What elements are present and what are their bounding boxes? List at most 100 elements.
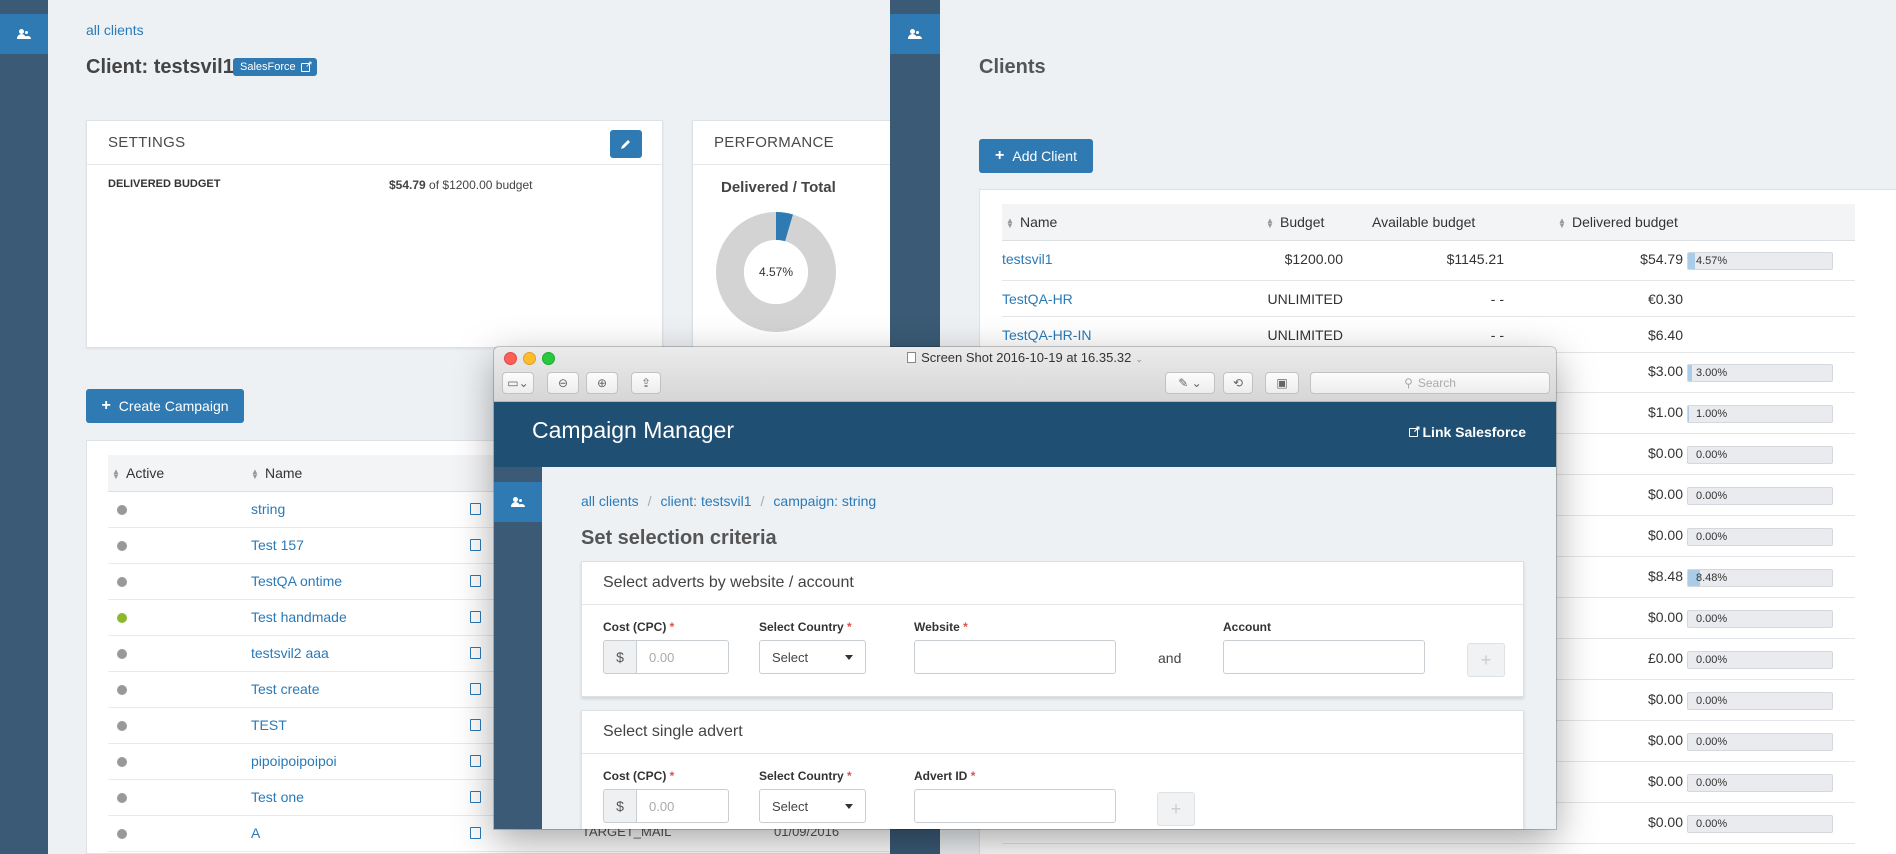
sidebar-toggle-button[interactable]: ▭⌄ [502, 372, 534, 394]
app-brand[interactable]: Campaign Manager [532, 417, 734, 444]
zoom-out-button[interactable]: ⊖ [547, 372, 579, 394]
zoom-in-button[interactable]: ⊕ [586, 372, 618, 394]
delivered-budget-cell: $6.40 [1647, 327, 1683, 343]
copy-icon[interactable] [470, 536, 483, 551]
campaign-name-link[interactable]: A [251, 825, 260, 841]
campaign-name-link[interactable]: Test create [251, 681, 319, 697]
cost-input[interactable]: 0.00 [636, 789, 729, 823]
share-icon: ⇪ [640, 376, 652, 390]
link-salesforce-label: Link Salesforce [1422, 424, 1527, 440]
rotate-button[interactable]: ⟲ [1223, 372, 1253, 394]
delivered-progress-bar: 3.00% [1687, 364, 1833, 382]
campaign-name-link[interactable]: string [251, 501, 285, 517]
column-active[interactable]: ▲ ▼ Active [112, 465, 164, 481]
column-active-label: Active [126, 465, 165, 481]
advert-id-input[interactable] [914, 789, 1116, 823]
client-row: testsvil1 $1200.00 $1145.21 $54.79 4.57% [1002, 241, 1855, 281]
country-label: Select Country * [759, 620, 852, 634]
country-select[interactable]: Select [759, 789, 866, 823]
column-name[interactable]: ▲ ▼ Name [1006, 214, 1057, 230]
client-name-link[interactable]: TestQA-HR [1002, 291, 1073, 307]
delivered-budget-label: DELIVERED BUDGET [108, 178, 221, 190]
column-delivered-budget[interactable]: ▲ ▼ Delivered budget [1558, 214, 1678, 230]
toolbox-icon: ▣ [1276, 376, 1288, 390]
progress-label: 0.00% [1696, 654, 1728, 666]
column-available-budget[interactable]: Available budget [1372, 214, 1475, 230]
chevron-down-icon: ⌄ [1135, 354, 1143, 364]
delivered-progress-bar: 0.00% [1687, 692, 1833, 710]
copy-icon[interactable] [470, 824, 483, 839]
delivered-budget-cell: £0.00 [1647, 650, 1683, 666]
progress-label: 8.48% [1696, 572, 1728, 584]
search-field[interactable]: ⚲ Search [1310, 372, 1550, 394]
pen-icon: ✎ ⌄ [1178, 376, 1202, 390]
copy-icon[interactable] [470, 608, 483, 623]
copy-icon[interactable] [470, 752, 483, 767]
add-advert-button[interactable]: + [1157, 792, 1195, 826]
campaign-name-link[interactable]: TestQA ontime [251, 573, 342, 589]
clients-nav-button[interactable] [0, 14, 48, 54]
delivered-progress-bar: 0.00% [1687, 815, 1833, 833]
website-input[interactable] [914, 640, 1116, 674]
client-name-link[interactable]: TestQA-HR-IN [1002, 327, 1091, 343]
delivered-progress-bar: 4.57% [1687, 252, 1833, 270]
edit-settings-button[interactable] [610, 130, 642, 158]
clients-table-header: ▲ ▼ Name ▲ ▼ Budget Available budget ▲ ▼ Deliv… [1002, 204, 1855, 241]
account-input[interactable] [1223, 640, 1425, 674]
account-label: Account [1223, 620, 1271, 634]
clients-nav-button[interactable] [890, 14, 940, 54]
cost-input[interactable]: 0.00 [636, 640, 729, 674]
share-button[interactable]: ⇪ [631, 372, 661, 394]
currency-addon: $ [603, 789, 637, 823]
copy-icon[interactable] [470, 572, 483, 587]
add-client-button[interactable]: + Add Client [979, 139, 1093, 173]
status-dot [117, 829, 127, 839]
copy-icon[interactable] [470, 788, 483, 803]
campaign-name-link[interactable]: testsvil2 aaa [251, 645, 329, 661]
performance-title: PERFORMANCE [714, 134, 834, 151]
country-select-value: Select [772, 798, 809, 814]
breadcrumb-campaign[interactable]: campaign: string [773, 493, 876, 509]
required-marker: * [847, 769, 852, 783]
delivered-progress-bar: 8.48% [1687, 569, 1833, 587]
copy-icon[interactable] [470, 644, 483, 659]
breadcrumb-separator: / [760, 493, 765, 509]
campaign-name-link[interactable]: pipoipoipoipoi [251, 753, 337, 769]
breadcrumb-all-clients[interactable]: all clients [86, 22, 144, 38]
toolbox-button[interactable]: ▣ [1265, 372, 1299, 394]
clients-nav-button[interactable] [494, 482, 542, 522]
copy-icon[interactable] [470, 500, 483, 515]
country-select[interactable]: Select [759, 640, 866, 674]
copy-icon[interactable] [470, 716, 483, 731]
salesforce-badge[interactable]: SalesForce [233, 58, 317, 76]
client-row: TestQA-HR UNLIMITED - - €0.30 [1002, 281, 1855, 317]
country-label-text: Select Country [759, 769, 844, 783]
country-label-text: Select Country [759, 620, 844, 634]
external-link-icon [1408, 425, 1421, 437]
campaign-name-link[interactable]: Test 157 [251, 537, 304, 553]
campaign-name-link[interactable]: Test one [251, 789, 304, 805]
breadcrumb-client[interactable]: client: testsvil1 [660, 493, 751, 509]
column-budget[interactable]: ▲ ▼ Budget [1266, 214, 1324, 230]
create-campaign-button[interactable]: + Create Campaign [86, 389, 244, 423]
delivered-progress-bar: 0.00% [1687, 487, 1833, 505]
copy-icon[interactable] [470, 680, 483, 695]
campaign-name-link[interactable]: Test handmade [251, 609, 347, 625]
campaign-name-link[interactable]: TEST [251, 717, 287, 733]
add-website-criteria-button[interactable]: + [1467, 643, 1505, 677]
link-salesforce-link[interactable]: Link Salesforce [1408, 424, 1527, 440]
users-icon [908, 29, 922, 39]
markup-button[interactable]: ✎ ⌄ [1165, 372, 1215, 394]
required-marker: * [963, 620, 968, 634]
delivered-progress-bar: 0.00% [1687, 651, 1833, 669]
delivered-progress-bar: 0.00% [1687, 733, 1833, 751]
delivered-budget-cell: $54.79 [1640, 251, 1683, 267]
status-dot [117, 757, 127, 767]
column-name[interactable]: ▲ ▼ Name [251, 465, 302, 481]
client-name-link[interactable]: testsvil1 [1002, 251, 1053, 267]
breadcrumb-all-clients[interactable]: all clients [581, 493, 639, 509]
status-dot [117, 613, 127, 623]
advert-id-label: Advert ID * [914, 769, 975, 783]
search-placeholder: Search [1417, 376, 1456, 390]
progress-label: 4.57% [1696, 255, 1728, 267]
